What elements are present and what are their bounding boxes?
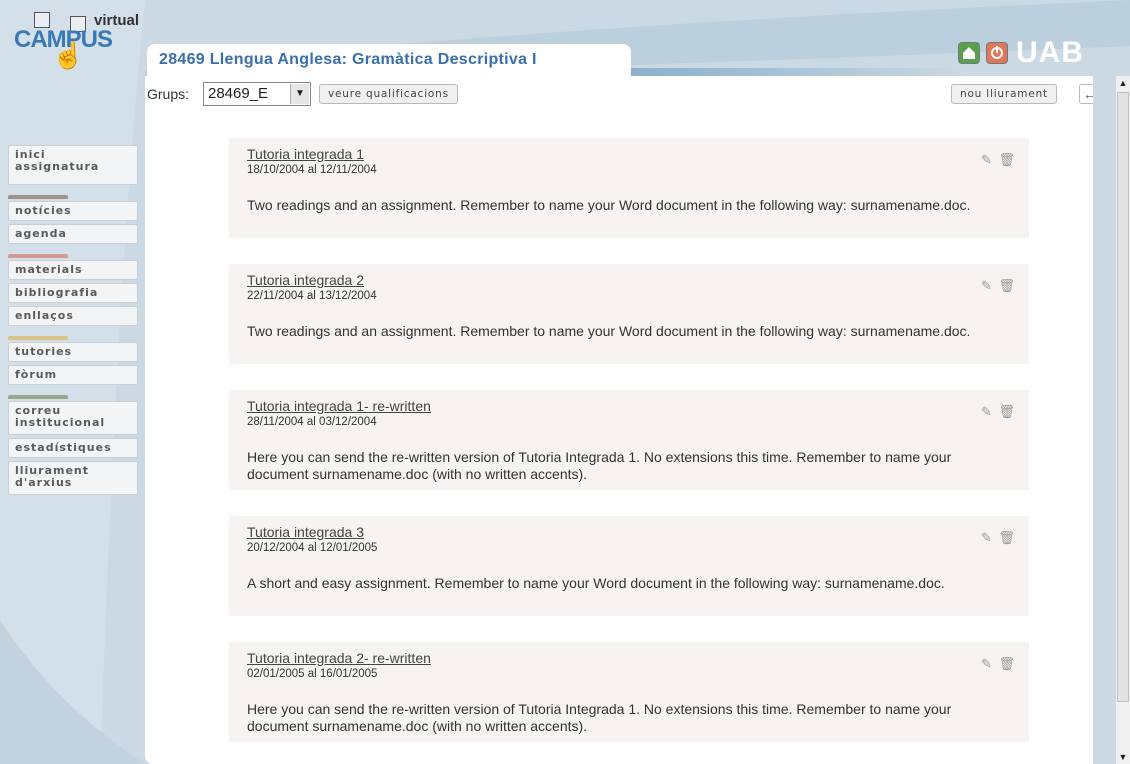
card-actions: ✎ 🗑 bbox=[978, 404, 1015, 420]
main-panel: Grups: 28469_E ▼ veure qualificacions no… bbox=[145, 76, 1093, 764]
home-icon[interactable] bbox=[958, 42, 980, 64]
edit-icon[interactable]: ✎ bbox=[981, 278, 992, 293]
scroll-down-arrow-icon[interactable]: ▼ bbox=[1116, 750, 1130, 764]
toolbar: Grups: 28469_E ▼ veure qualificacions no… bbox=[145, 82, 1093, 108]
tutorial-title-link[interactable]: Tutoria integrada 3 bbox=[247, 524, 1011, 540]
scroll-thumb[interactable] bbox=[1117, 92, 1129, 702]
sidebar: inici assignatura notícies agenda materi… bbox=[8, 145, 138, 498]
power-icon[interactable] bbox=[986, 42, 1008, 64]
sidebar-item-materials[interactable]: materials bbox=[8, 260, 138, 280]
card-actions: ✎ 🗑 bbox=[978, 530, 1015, 546]
uab-logo[interactable]: UAB bbox=[1016, 36, 1084, 70]
sidebar-item-enllacos[interactable]: enllaços bbox=[8, 306, 138, 326]
tutorial-description: Here you can send the re-written version… bbox=[247, 701, 952, 734]
trash-icon[interactable]: 🗑 bbox=[998, 404, 1015, 419]
back-arrow-icon[interactable]: ← bbox=[1079, 84, 1093, 104]
edit-icon[interactable]: ✎ bbox=[981, 152, 992, 167]
edit-icon[interactable]: ✎ bbox=[981, 656, 992, 671]
tutorial-dates: 02/01/2005 al 16/01/2005 bbox=[247, 668, 378, 680]
trash-icon[interactable]: 🗑 bbox=[998, 530, 1015, 545]
card-actions: ✎ 🗑 bbox=[978, 656, 1015, 672]
tutorial-dates: 28/11/2004 al 03/12/2004 bbox=[247, 416, 377, 428]
tab-fade-bar bbox=[631, 68, 961, 76]
sidebar-separator bbox=[8, 336, 68, 340]
grups-select[interactable]: 28469_E ▼ bbox=[203, 82, 311, 106]
sidebar-item-inici-assignatura[interactable]: inici assignatura bbox=[8, 145, 138, 185]
sidebar-separator bbox=[8, 195, 68, 199]
sidebar-item-forum[interactable]: fòrum bbox=[8, 365, 138, 385]
tutorial-dates: 18/10/2004 al 12/11/2004 bbox=[247, 164, 377, 176]
card-actions: ✎ 🗑 bbox=[978, 152, 1015, 168]
edit-icon[interactable]: ✎ bbox=[981, 530, 992, 545]
trash-icon[interactable]: 🗑 bbox=[998, 656, 1015, 671]
view-grades-button[interactable]: veure qualificacions bbox=[319, 84, 458, 104]
sidebar-item-correu-institucional[interactable]: correu institucional bbox=[8, 401, 138, 435]
sidebar-separator bbox=[8, 254, 68, 258]
grups-select-value: 28469_E bbox=[208, 85, 269, 102]
tutorial-title-link[interactable]: Tutoria integrada 2- re-written bbox=[247, 650, 1011, 666]
sidebar-item-noticies[interactable]: notícies bbox=[8, 201, 138, 221]
tutorial-description: Two readings and an assignment. Remember… bbox=[247, 323, 971, 339]
tutorial-description: Here you can send the re-written version… bbox=[247, 449, 952, 482]
tutorial-title-link[interactable]: Tutoria integrada 1- re-written bbox=[247, 398, 1011, 414]
card-actions: ✎ 🗑 bbox=[978, 278, 1015, 294]
grups-label: Grups: bbox=[147, 86, 190, 102]
edit-icon[interactable]: ✎ bbox=[981, 404, 992, 419]
sidebar-item-estadistiques[interactable]: estadístiques bbox=[8, 438, 138, 458]
scroll-up-arrow-icon[interactable]: ▲ bbox=[1116, 76, 1130, 90]
chevron-down-icon[interactable]: ▼ bbox=[290, 84, 309, 104]
tutorial-list: Tutoria integrada 1 18/10/2004 al 12/11/… bbox=[229, 138, 1029, 764]
list-item: Tutoria integrada 2- re-written 02/01/20… bbox=[229, 642, 1029, 742]
hand-cursor-icon: ☝ bbox=[52, 40, 85, 70]
course-title-tab: 28469 Llengua Anglesa: Gramàtica Descrip… bbox=[147, 44, 631, 76]
tutorial-dates: 22/11/2004 al 13/12/2004 bbox=[247, 290, 377, 302]
tutorial-description: Two readings and an assignment. Remember… bbox=[247, 197, 971, 213]
vertical-scrollbar[interactable]: ▲ ▼ bbox=[1116, 76, 1130, 764]
tutorial-dates: 20/12/2004 al 12/01/2005 bbox=[247, 542, 378, 554]
trash-icon[interactable]: 🗑 bbox=[998, 152, 1015, 167]
tutorial-title-link[interactable]: Tutoria integrada 2 bbox=[247, 272, 1011, 288]
sidebar-item-tutories[interactable]: tutories bbox=[8, 342, 138, 362]
sidebar-item-bibliografia[interactable]: bibliografia bbox=[8, 283, 138, 303]
list-item: Tutoria integrada 2 22/11/2004 al 13/12/… bbox=[229, 264, 1029, 364]
list-item: Tutoria integrada 1- re-written 28/11/20… bbox=[229, 390, 1029, 490]
trash-icon[interactable]: 🗑 bbox=[998, 278, 1015, 293]
tutorial-description: A short and easy assignment. Remember to… bbox=[247, 575, 945, 591]
campus-virtual-logo[interactable]: virtual CAMPUS ☝ bbox=[14, 10, 144, 70]
tutorial-title-link[interactable]: Tutoria integrada 1 bbox=[247, 146, 1011, 162]
list-item: Tutoria integrada 1 18/10/2004 al 12/11/… bbox=[229, 138, 1029, 238]
sidebar-separator bbox=[8, 395, 68, 399]
new-delivery-button[interactable]: nou lliurament bbox=[951, 84, 1057, 104]
sidebar-item-lliurament-arxius[interactable]: lliurament d'arxius bbox=[8, 461, 138, 495]
sidebar-item-agenda[interactable]: agenda bbox=[8, 224, 138, 244]
list-item: Tutoria integrada 3 20/12/2004 al 12/01/… bbox=[229, 516, 1029, 616]
